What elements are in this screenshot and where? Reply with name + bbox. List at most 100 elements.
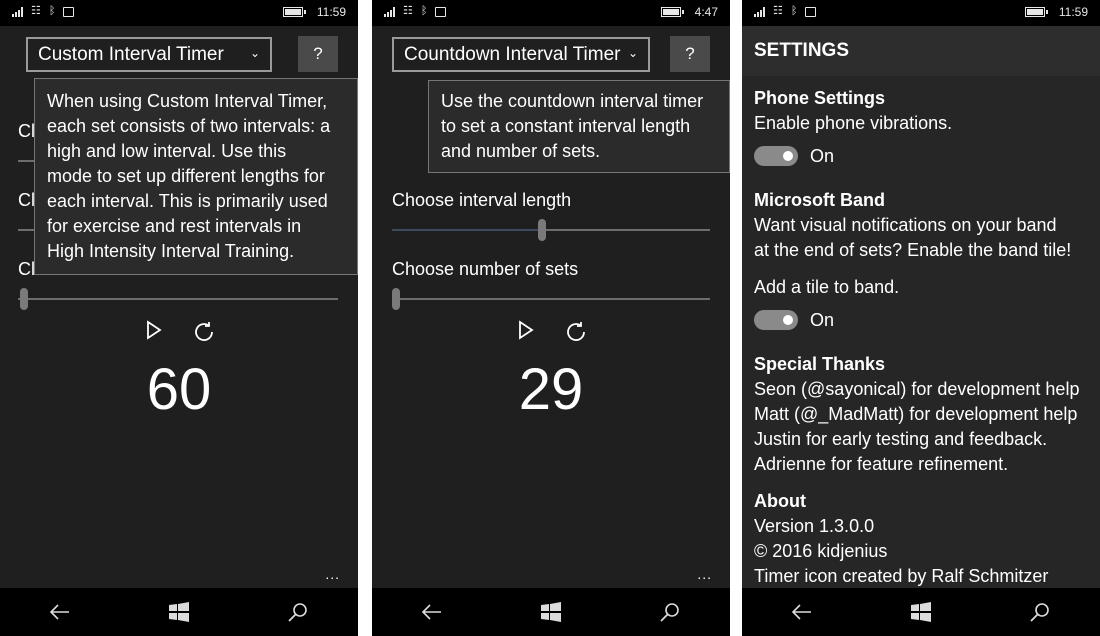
- help-label: ?: [313, 44, 323, 63]
- chevron-down-icon: ⌄: [627, 46, 638, 60]
- tooltip-line: each set consists of two intervals: a: [47, 116, 331, 136]
- battery-icon: [1024, 7, 1048, 17]
- message-icon: [63, 6, 75, 17]
- tooltip-line: High Intensity Interval Training.: [47, 241, 295, 261]
- signal-icon: [12, 6, 23, 17]
- special-thanks-heading: Special Thanks: [754, 354, 886, 374]
- search-icon: [1030, 603, 1050, 622]
- help-button[interactable]: ?: [298, 36, 338, 72]
- countdown-display: 60: [146, 357, 212, 422]
- more-options-button[interactable]: ...: [325, 566, 340, 582]
- status-bar: ☷ ᛒ 11:59: [742, 0, 1100, 26]
- message-icon: [435, 6, 447, 17]
- timer-mode-dropdown[interactable]: Countdown Interval Timer ⌄: [392, 37, 650, 72]
- band-tile-toggle[interactable]: [754, 310, 798, 330]
- number-of-sets-slider[interactable]: [392, 288, 710, 310]
- status-bar: ☷ ᛒ 4:47: [372, 0, 730, 26]
- toggle-knob: [783, 151, 793, 161]
- search-button[interactable]: [650, 592, 690, 632]
- search-button[interactable]: [278, 592, 318, 632]
- hidden-label-3: Cl: [18, 259, 35, 279]
- tooltip-line: high and low interval. Use this: [47, 141, 287, 161]
- windows-logo-icon: [168, 602, 189, 622]
- about-heading: About: [754, 491, 806, 511]
- bluetooth-icon: ᛒ: [48, 5, 56, 17]
- slider-thumb[interactable]: [392, 288, 400, 310]
- refresh-icon: [567, 322, 585, 341]
- help-button[interactable]: ?: [670, 36, 710, 72]
- play-button[interactable]: [518, 320, 534, 346]
- phone-screen-settings: ☷ ᛒ 11:59 SETTINGS Phone Settings Enable…: [742, 0, 1100, 636]
- reset-button[interactable]: [192, 320, 216, 350]
- help-tooltip: When using Custom Interval Timer, each s…: [34, 78, 358, 275]
- number-of-sets-label: Choose number of sets: [392, 259, 579, 279]
- tooltip-line: to set a constant interval length: [441, 116, 691, 136]
- timer-mode-value: Custom Interval Timer: [38, 43, 224, 65]
- tooltip-line: Use the countdown interval timer: [441, 91, 704, 111]
- play-icon: [519, 320, 534, 340]
- thanks-line: Adrienne for feature refinement.: [754, 454, 1009, 474]
- countdown-display: 29: [518, 357, 584, 422]
- back-button[interactable]: [40, 592, 80, 632]
- search-button[interactable]: [1020, 592, 1060, 632]
- phone-settings-text: Enable phone vibrations.: [754, 113, 953, 133]
- signal-icon: [384, 6, 395, 17]
- copyright-text: © 2016 kidjenius: [754, 541, 888, 561]
- navigation-bar: [0, 588, 358, 636]
- help-label: ?: [685, 44, 695, 63]
- wifi-icon: ☷: [403, 5, 413, 17]
- band-tile-text: Add a tile to band.: [754, 277, 900, 297]
- slider-fill: [392, 229, 538, 231]
- windows-logo-icon: [540, 602, 561, 622]
- back-arrow-icon: [421, 604, 441, 620]
- signal-icon: [754, 6, 765, 17]
- bluetooth-icon: ᛒ: [420, 5, 428, 17]
- chevron-down-icon: ⌄: [249, 46, 260, 60]
- search-icon: [660, 603, 680, 622]
- interval-length-label: Choose interval length: [392, 190, 572, 210]
- timer-mode-value: Countdown Interval Timer: [404, 43, 621, 65]
- home-button[interactable]: [901, 592, 941, 632]
- tooltip-line: each interval. This is primarily used: [47, 191, 328, 211]
- band-text-line: at the end of sets? Enable the band tile…: [754, 240, 1072, 260]
- clock: 11:59: [316, 5, 346, 19]
- wifi-icon: ☷: [773, 5, 783, 17]
- page-title: SETTINGS: [754, 40, 850, 61]
- home-button[interactable]: [531, 592, 571, 632]
- toggle-knob: [783, 315, 793, 325]
- band-text-line: Want visual notifications on your band: [754, 215, 1057, 235]
- navigation-bar: [372, 588, 730, 636]
- back-arrow-icon: [791, 604, 811, 620]
- home-button[interactable]: [159, 592, 199, 632]
- play-button[interactable]: [146, 320, 162, 346]
- vibration-toggle-label: On: [810, 146, 835, 166]
- message-icon: [805, 6, 817, 17]
- back-button[interactable]: [782, 592, 822, 632]
- vibration-toggle[interactable]: [754, 146, 798, 166]
- more-options-button[interactable]: ...: [697, 566, 712, 582]
- thanks-line: Justin for early testing and feedback.: [754, 429, 1048, 449]
- version-text: Version 1.3.0.0: [754, 516, 875, 536]
- back-button[interactable]: [412, 592, 452, 632]
- windows-logo-icon: [910, 602, 931, 622]
- slider-track-3[interactable]: [18, 288, 338, 310]
- reset-button[interactable]: [564, 320, 588, 350]
- icon-credit-text: Timer icon created by Ralf Schmitzer: [754, 566, 1049, 586]
- band-tile-toggle-label: On: [810, 310, 835, 330]
- status-bar: ☷ ᛒ 11:59: [0, 0, 358, 26]
- slider-thumb[interactable]: [20, 288, 28, 310]
- phone-screen-custom-interval: ☷ ᛒ 11:59 Custom Interval Timer ⌄ ? Cl C…: [0, 0, 358, 636]
- phone-settings-heading: Phone Settings: [754, 88, 886, 108]
- slider-thumb[interactable]: [538, 219, 546, 241]
- play-icon: [147, 320, 162, 340]
- tooltip-line: and number of sets.: [441, 141, 601, 161]
- interval-length-slider[interactable]: [392, 219, 710, 241]
- bluetooth-icon: ᛒ: [790, 5, 798, 17]
- search-icon: [288, 603, 308, 622]
- thanks-line: Matt (@_MadMatt) for development help: [754, 404, 1078, 424]
- battery-icon: [660, 7, 684, 17]
- refresh-icon: [195, 322, 213, 341]
- tooltip-line: for exercise and rest intervals in: [47, 216, 302, 236]
- navigation-bar: [742, 588, 1100, 636]
- timer-mode-dropdown[interactable]: Custom Interval Timer ⌄: [26, 37, 272, 72]
